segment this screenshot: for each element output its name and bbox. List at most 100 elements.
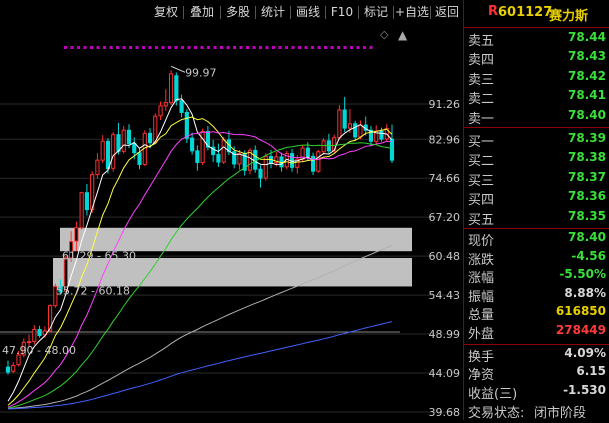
- mark-button[interactable]: 标记: [359, 4, 393, 21]
- quote-row-label: 总量: [468, 308, 495, 324]
- candle-body: [353, 123, 358, 138]
- signal-dot: [103, 46, 106, 49]
- quote-row-value: -5.50%: [559, 267, 606, 282]
- candle-body: [184, 111, 189, 139]
- quote-row: 总量 616850: [464, 304, 609, 324]
- candle-body: [358, 124, 363, 138]
- quote-row-value: 616850: [555, 304, 606, 319]
- stock-name: 赛力斯: [549, 9, 589, 24]
- stats-row-label: 换手: [468, 350, 495, 365]
- candle-body: [132, 143, 137, 154]
- trade-status-label: 交易状态:: [468, 406, 525, 421]
- candle-body: [116, 134, 121, 152]
- ask-row-value: 78.43: [568, 49, 606, 64]
- statistics-button[interactable]: 统计: [256, 4, 290, 21]
- candle-body: [279, 156, 284, 168]
- quote-row-label: 外盘: [468, 327, 495, 342]
- bid-row: 买三 78.37: [464, 169, 609, 189]
- price-axis-label: 60.48: [429, 250, 461, 263]
- signal-dot: [330, 46, 334, 49]
- ask-row-label: 卖二: [468, 92, 495, 108]
- candle-body: [258, 168, 263, 179]
- candle-body: [158, 105, 163, 117]
- bid-row: 买二 78.38: [464, 150, 609, 169]
- signal-dot: [298, 46, 301, 49]
- quote-row: 涨跌 -4.56: [464, 248, 609, 268]
- stats-row: 净资 6.15: [464, 364, 609, 383]
- f10-button[interactable]: F10: [326, 4, 358, 21]
- collapse-chevron-icon[interactable]: ▲: [398, 28, 407, 42]
- bid-row-label: 买一: [468, 135, 495, 150]
- signal-dot: [285, 46, 288, 49]
- candle-body: [147, 132, 153, 144]
- ask-row-label: 卖五: [468, 34, 495, 49]
- price-axis-label: 39.68: [429, 406, 461, 419]
- candle-body: [216, 154, 221, 163]
- quote-row-value: 78.40: [568, 230, 606, 244]
- draw-line-button[interactable]: 画线: [291, 4, 325, 21]
- quote-row: 现价 78.40: [464, 230, 609, 249]
- candle-body: [179, 100, 184, 113]
- signal-dot: [187, 46, 191, 49]
- ask-row: 卖四 78.43: [464, 49, 609, 68]
- signal-dot: [272, 46, 275, 49]
- add-watchlist-button[interactable]: +自选: [394, 4, 430, 21]
- signal-dot: [129, 46, 132, 49]
- signal-dot: [350, 46, 353, 49]
- price-axis-label: 67.20: [429, 211, 461, 224]
- ask-row: 卖二 78.41: [464, 88, 609, 108]
- signal-dot: [369, 46, 373, 49]
- signal-dot: [194, 46, 197, 49]
- quote-row-value: -4.56: [571, 248, 606, 263]
- ask-row-value: 78.44: [568, 30, 606, 44]
- price-annotation: 61.29 - 65.30: [62, 249, 136, 262]
- signal-dot: [64, 46, 67, 49]
- chart-toolbar: 复权 叠加 多股 统计 画线 F10 标记 +自选 返回: [0, 0, 463, 24]
- candle-body: [195, 150, 200, 164]
- margin-marker: R: [488, 4, 499, 19]
- price-axis-label: 74.66: [429, 172, 461, 185]
- kline-chart[interactable]: 91.26 82.96 74.66 67.20 60.48 54.43 48.99 44.09…: [0, 24, 463, 420]
- candle-body: [237, 153, 242, 165]
- stats-row-label: 收益(三): [468, 386, 518, 402]
- fuquan-button[interactable]: 复权: [149, 4, 183, 21]
- signal-dot: [109, 46, 113, 49]
- candle-body: [316, 151, 321, 172]
- quote-row-value: 8.88%: [564, 285, 606, 300]
- price-annotation: 55.72 - 60.18: [56, 285, 130, 298]
- price-axis-label: 48.99: [429, 328, 461, 341]
- bid-row-value: 78.36: [568, 189, 606, 204]
- quote-row-value: 278449: [555, 323, 606, 337]
- bid-row: 买四 78.36: [464, 189, 609, 209]
- signal-dot: [311, 46, 314, 49]
- stats-row: 换手 4.09%: [464, 346, 609, 365]
- price-axis-label: 54.43: [429, 289, 461, 302]
- stats-divider: [464, 344, 609, 345]
- overlay-button[interactable]: 叠加: [184, 4, 220, 21]
- candlesticks: [5, 70, 395, 375]
- quote-row-label: 涨幅: [468, 271, 495, 287]
- ask-row-value: 78.41: [568, 88, 606, 103]
- bid-row-value: 78.38: [568, 150, 606, 165]
- multi-stock-button[interactable]: 多股: [221, 4, 255, 21]
- signal-dot: [220, 46, 223, 49]
- signal-dot: [356, 46, 360, 49]
- signal-dot: [90, 46, 93, 49]
- header-divider: [464, 27, 609, 28]
- ask-row-label: 卖三: [468, 72, 495, 88]
- support-zone: [60, 227, 412, 252]
- signal-dot: [239, 46, 243, 49]
- candle-body: [221, 139, 226, 163]
- signal-dot: [278, 46, 282, 49]
- back-button[interactable]: 返回: [431, 4, 463, 21]
- candle-body: [37, 328, 42, 336]
- trade-status-row: 交易状态: 闭市阶段: [464, 402, 609, 421]
- kline-chart-area[interactable]: 91.26 82.96 74.66 67.20 60.48 54.43 48.99 44.09…: [0, 24, 463, 420]
- candle-body: [11, 364, 16, 372]
- bid-row-label: 买四: [468, 193, 495, 209]
- bid-row-value: 78.39: [568, 131, 606, 145]
- bid-row: 买一 78.39: [464, 131, 609, 150]
- bid-row-value: 78.37: [568, 169, 606, 184]
- ask-row-label: 卖一: [468, 111, 495, 127]
- signal-dot: [337, 46, 340, 49]
